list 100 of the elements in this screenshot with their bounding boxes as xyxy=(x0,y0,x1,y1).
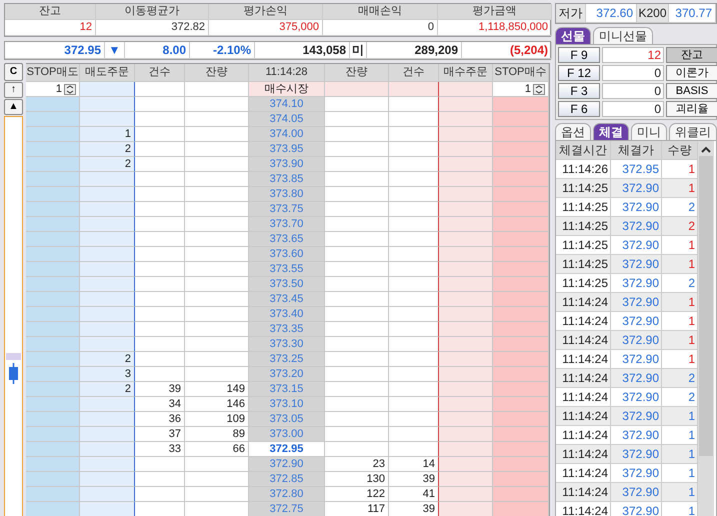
contract-button[interactable]: F 9 xyxy=(558,47,600,63)
table-cell xyxy=(493,277,549,292)
trade-time: 11:14:24 xyxy=(556,407,611,426)
column-header: 매매손익 xyxy=(323,4,438,20)
price-cell[interactable]: 373.80 xyxy=(249,187,325,202)
table-cell xyxy=(80,247,135,262)
table-cell xyxy=(135,352,185,367)
price-cell[interactable]: 373.65 xyxy=(249,232,325,247)
trade-time: 11:14:24 xyxy=(556,445,611,464)
table-cell xyxy=(325,322,389,337)
tab[interactable]: 체결 xyxy=(593,123,629,140)
table-cell xyxy=(80,82,135,97)
scroll-up-icon[interactable] xyxy=(701,146,711,154)
table-cell xyxy=(135,112,185,127)
trade-price: 372.90 xyxy=(611,407,662,426)
price-change: 8.00 xyxy=(125,42,190,59)
table-cell xyxy=(26,502,80,516)
table-cell xyxy=(493,367,549,382)
price-cell[interactable]: 374.05 xyxy=(249,112,325,127)
market-order-cell[interactable]: 매수시장 xyxy=(249,82,325,97)
price-cell[interactable]: 373.20 xyxy=(249,367,325,382)
tab[interactable]: 선물 xyxy=(555,27,591,44)
tab[interactable]: 위클리 xyxy=(669,123,717,140)
price-cell[interactable]: 373.30 xyxy=(249,337,325,352)
view-button[interactable]: 이론가 xyxy=(666,65,717,81)
clear-button[interactable]: C xyxy=(4,63,23,81)
price-cell[interactable]: 374.00 xyxy=(249,127,325,142)
price-cell[interactable]: 373.05 xyxy=(249,412,325,427)
tab[interactable]: 옵션 xyxy=(555,123,591,140)
table-cell xyxy=(26,472,80,487)
price-cell[interactable]: 373.85 xyxy=(249,172,325,187)
trade-price: 372.90 xyxy=(611,293,662,312)
column-header: STOP매수 xyxy=(493,64,549,82)
table-cell: 36 xyxy=(135,412,185,427)
table-cell xyxy=(439,382,493,397)
contract-button[interactable]: F 12 xyxy=(558,65,600,81)
price-cell[interactable]: 372.95 xyxy=(249,442,325,457)
contract-button[interactable]: F 6 xyxy=(558,101,600,117)
table-cell xyxy=(325,412,389,427)
table-cell xyxy=(80,502,135,516)
table-cell xyxy=(135,127,185,142)
view-button[interactable]: 잔고 xyxy=(666,47,717,63)
table-cell xyxy=(26,157,80,172)
price-cell[interactable]: 373.55 xyxy=(249,262,325,277)
table-cell xyxy=(325,382,389,397)
table-cell xyxy=(26,397,80,412)
tab[interactable]: 미니 xyxy=(631,123,667,140)
table-cell xyxy=(439,337,493,352)
table-cell xyxy=(439,172,493,187)
price-cell[interactable]: 372.90 xyxy=(249,457,325,472)
tab[interactable]: 미니선물 xyxy=(593,27,653,44)
table-cell xyxy=(389,82,439,97)
table-cell xyxy=(493,217,549,232)
table-cell xyxy=(493,487,549,502)
price-cell[interactable]: 373.50 xyxy=(249,277,325,292)
price-cell[interactable]: 372.75 xyxy=(249,502,325,516)
price-cell[interactable]: 373.25 xyxy=(249,352,325,367)
table-cell xyxy=(439,142,493,157)
table-cell xyxy=(493,97,549,112)
table-cell xyxy=(325,112,389,127)
table-cell xyxy=(26,277,80,292)
column-header: 매수주문 xyxy=(439,64,493,82)
table-cell xyxy=(325,82,389,97)
table-cell xyxy=(80,442,135,457)
view-button[interactable]: BASIS xyxy=(666,83,717,99)
price-cell[interactable]: 372.80 xyxy=(249,487,325,502)
trade-price: 372.90 xyxy=(611,217,662,236)
scroll-up-button[interactable]: ↑ xyxy=(4,82,23,98)
column-header: 매도주문 xyxy=(80,64,135,82)
table-cell xyxy=(26,322,80,337)
column-header: 잔량 xyxy=(185,64,249,82)
price-cell[interactable]: 373.00 xyxy=(249,427,325,442)
price-cell[interactable]: 373.45 xyxy=(249,292,325,307)
quantity-spinner[interactable]: 1 xyxy=(26,82,80,97)
price-cell[interactable]: 373.10 xyxy=(249,397,325,412)
table-cell xyxy=(135,487,185,502)
table-cell xyxy=(439,187,493,202)
price-cell[interactable]: 373.75 xyxy=(249,202,325,217)
quantity-spinner[interactable]: 1 xyxy=(493,82,549,97)
table-cell xyxy=(135,472,185,487)
price-cell[interactable]: 373.35 xyxy=(249,322,325,337)
table-cell xyxy=(439,397,493,412)
price-cell[interactable]: 372.85 xyxy=(249,472,325,487)
scroll-top-button[interactable]: ▲ xyxy=(4,99,23,115)
column-header: 건수 xyxy=(389,64,439,82)
contract-button[interactable]: F 3 xyxy=(558,83,600,99)
price-cell[interactable]: 373.95 xyxy=(249,142,325,157)
table-cell xyxy=(325,142,389,157)
price-cell[interactable]: 374.10 xyxy=(249,97,325,112)
price-cell[interactable]: 373.60 xyxy=(249,247,325,262)
table-cell xyxy=(493,442,549,457)
price-cell[interactable]: 373.15 xyxy=(249,382,325,397)
table-cell xyxy=(439,487,493,502)
table-cell xyxy=(80,112,135,127)
price-cell[interactable]: 373.70 xyxy=(249,217,325,232)
price-cell[interactable]: 373.90 xyxy=(249,157,325,172)
table-cell xyxy=(325,157,389,172)
scrollbar[interactable] xyxy=(698,141,714,516)
view-button[interactable]: 괴리율 xyxy=(666,101,717,117)
price-cell[interactable]: 373.40 xyxy=(249,307,325,322)
